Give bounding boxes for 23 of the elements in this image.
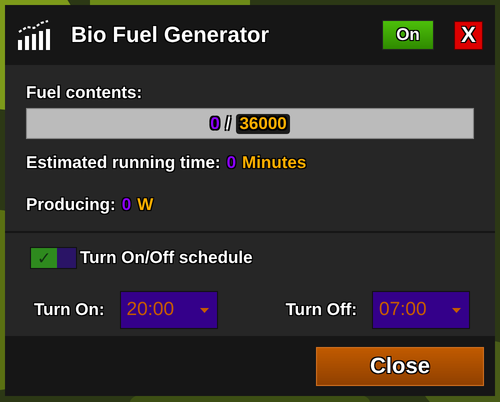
close-button[interactable]: X [454, 20, 483, 50]
fuel-label: Fuel contents: [26, 83, 144, 103]
producing-value: 0 [122, 195, 132, 215]
window-title: Bio Fuel Generator [71, 22, 270, 48]
bar-chart-icon [17, 19, 51, 51]
running-time-value: 0 [226, 153, 236, 173]
power-button[interactable]: On [382, 20, 434, 50]
caret-icon [200, 308, 208, 312]
producing-label: Producing: [26, 195, 116, 215]
fuel-capacity: 36000 [236, 114, 290, 134]
time-label: Turn Off: [286, 300, 357, 320]
caret-icon [452, 308, 461, 312]
separator: / [226, 114, 230, 134]
time-dropdown[interactable]: 07:00 [372, 291, 470, 329]
running-time-unit: Minutes [242, 153, 306, 173]
fuel-amount: 0 [210, 114, 220, 134]
time-dropdown[interactable]: 20:00 [120, 291, 218, 329]
schedule-label: Turn On/Off schedule [80, 248, 253, 268]
close-button[interactable]: Close [316, 346, 484, 386]
schedule-toggle[interactable]: ✓ [30, 247, 77, 269]
producing-unit: W [137, 195, 154, 215]
time-label: Turn On: [34, 300, 104, 320]
running-time-label: Estimated running time: [26, 153, 221, 173]
